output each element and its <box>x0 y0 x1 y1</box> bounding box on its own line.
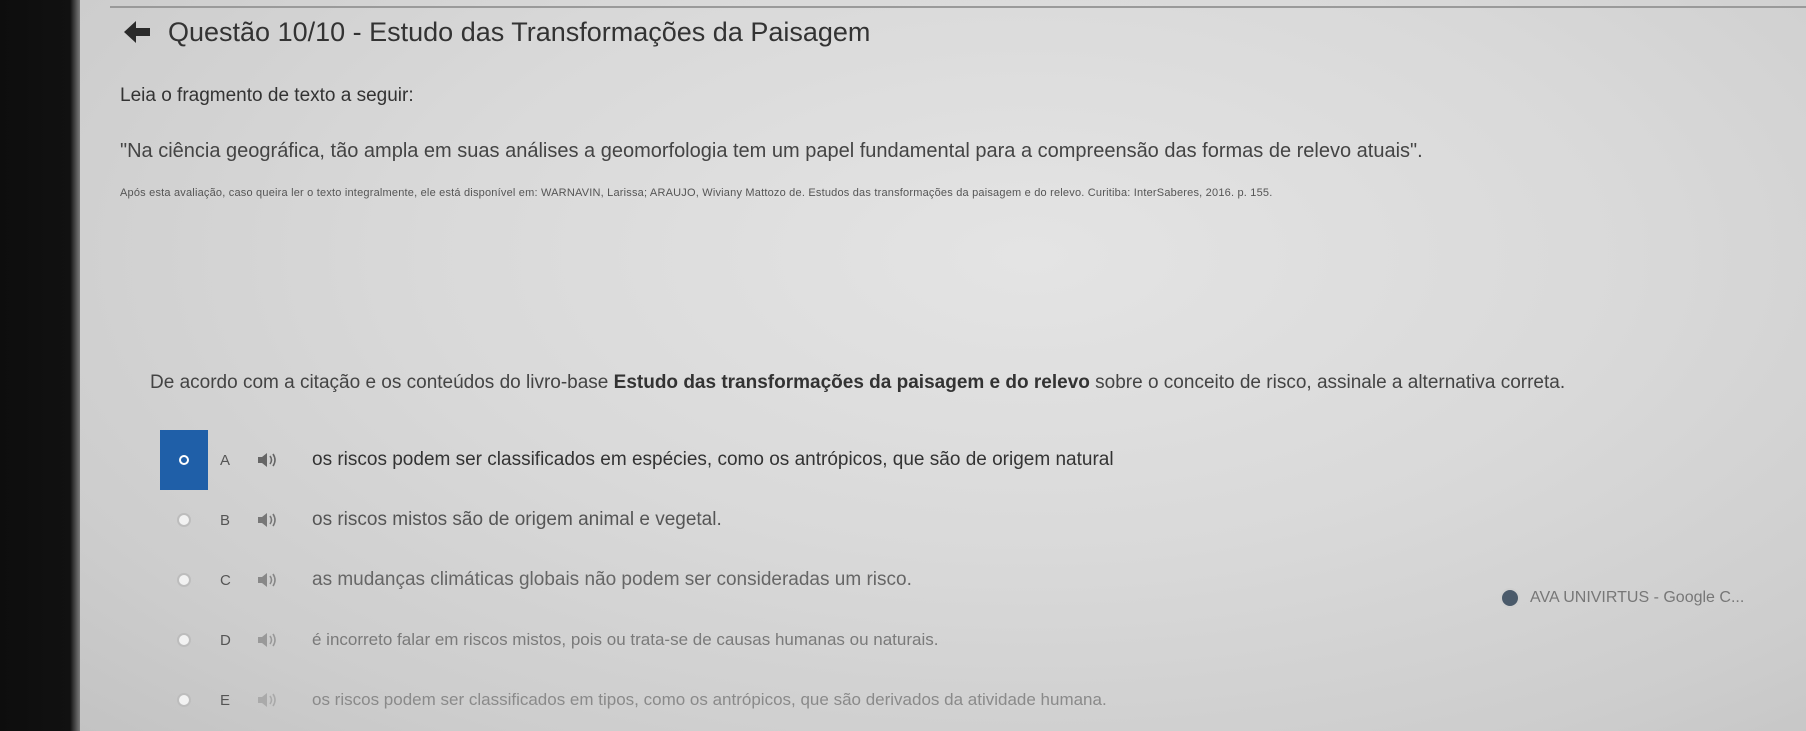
option-a-text: os riscos podem ser classificados em esp… <box>312 449 1114 470</box>
instruction-text: Leia o fragmento de texto a seguir: <box>120 85 414 106</box>
header: Questão 10/10 - Estudo das Transformaçõe… <box>120 10 870 54</box>
option-c-text: as mudanças climáticas globais não podem… <box>312 569 912 590</box>
option-e-text: os riscos podem ser classificados em tip… <box>312 690 1107 709</box>
option-e[interactable]: E os riscos podem ser classificados em t… <box>160 675 1107 725</box>
question-prefix: De acordo com a citação e os conteúdos d… <box>150 372 614 393</box>
speaker-icon[interactable] <box>258 573 282 587</box>
quote-text: "Na ciência geográfica, tão ampla em sua… <box>120 140 1423 162</box>
taskbar-notice[interactable]: AVA UNIVIRTUS - Google C... <box>1500 588 1744 608</box>
top-divider <box>110 6 1806 8</box>
citation-text: Após esta avaliação, caso queira ler o t… <box>120 187 1273 199</box>
option-d-radio[interactable] <box>160 610 208 670</box>
speaker-icon[interactable] <box>258 453 282 467</box>
arrow-left-icon[interactable] <box>120 17 154 47</box>
radio-dot-icon <box>177 633 191 647</box>
chrome-icon <box>1500 588 1520 608</box>
radio-dot-icon <box>177 693 191 707</box>
radio-dot-icon <box>179 455 189 465</box>
option-b-radio[interactable] <box>160 490 208 550</box>
question-suffix: sobre o conceito de risco, assinale a al… <box>1089 372 1566 393</box>
option-a[interactable]: A os riscos podem ser classificados em e… <box>160 430 1114 490</box>
option-c[interactable]: C as mudanças climáticas globais não pod… <box>160 555 912 605</box>
speaker-icon[interactable] <box>258 513 282 527</box>
speaker-icon[interactable] <box>258 693 282 707</box>
option-e-letter: E <box>220 691 231 709</box>
option-d[interactable]: D é incorreto falar em riscos mistos, po… <box>160 615 938 665</box>
option-b-text: os riscos mistos são de origem animal e … <box>312 509 722 530</box>
option-d-text: é incorreto falar em riscos mistos, pois… <box>312 630 939 649</box>
speaker-icon[interactable] <box>258 633 282 647</box>
question-book-title: Estudo das transformações da paisagem e … <box>613 372 1090 393</box>
question-text: De acordo com a citação e os conteúdos d… <box>150 372 1565 394</box>
page: Questão 10/10 - Estudo das Transformaçõe… <box>80 0 1806 731</box>
option-c-radio[interactable] <box>160 550 208 610</box>
radio-dot-icon <box>177 573 191 587</box>
page-title: Questão 10/10 - Estudo das Transformaçõe… <box>168 16 871 47</box>
option-d-letter: D <box>220 631 231 649</box>
option-b[interactable]: B os riscos mistos são de origem animal … <box>160 495 722 545</box>
option-b-letter: B <box>220 511 231 529</box>
taskbar-notice-label: AVA UNIVIRTUS - Google C... <box>1530 589 1745 606</box>
radio-dot-icon <box>177 513 191 527</box>
option-c-letter: C <box>220 571 231 589</box>
option-e-radio[interactable] <box>160 670 208 730</box>
option-a-radio[interactable] <box>160 430 208 490</box>
option-a-letter: A <box>220 451 231 469</box>
